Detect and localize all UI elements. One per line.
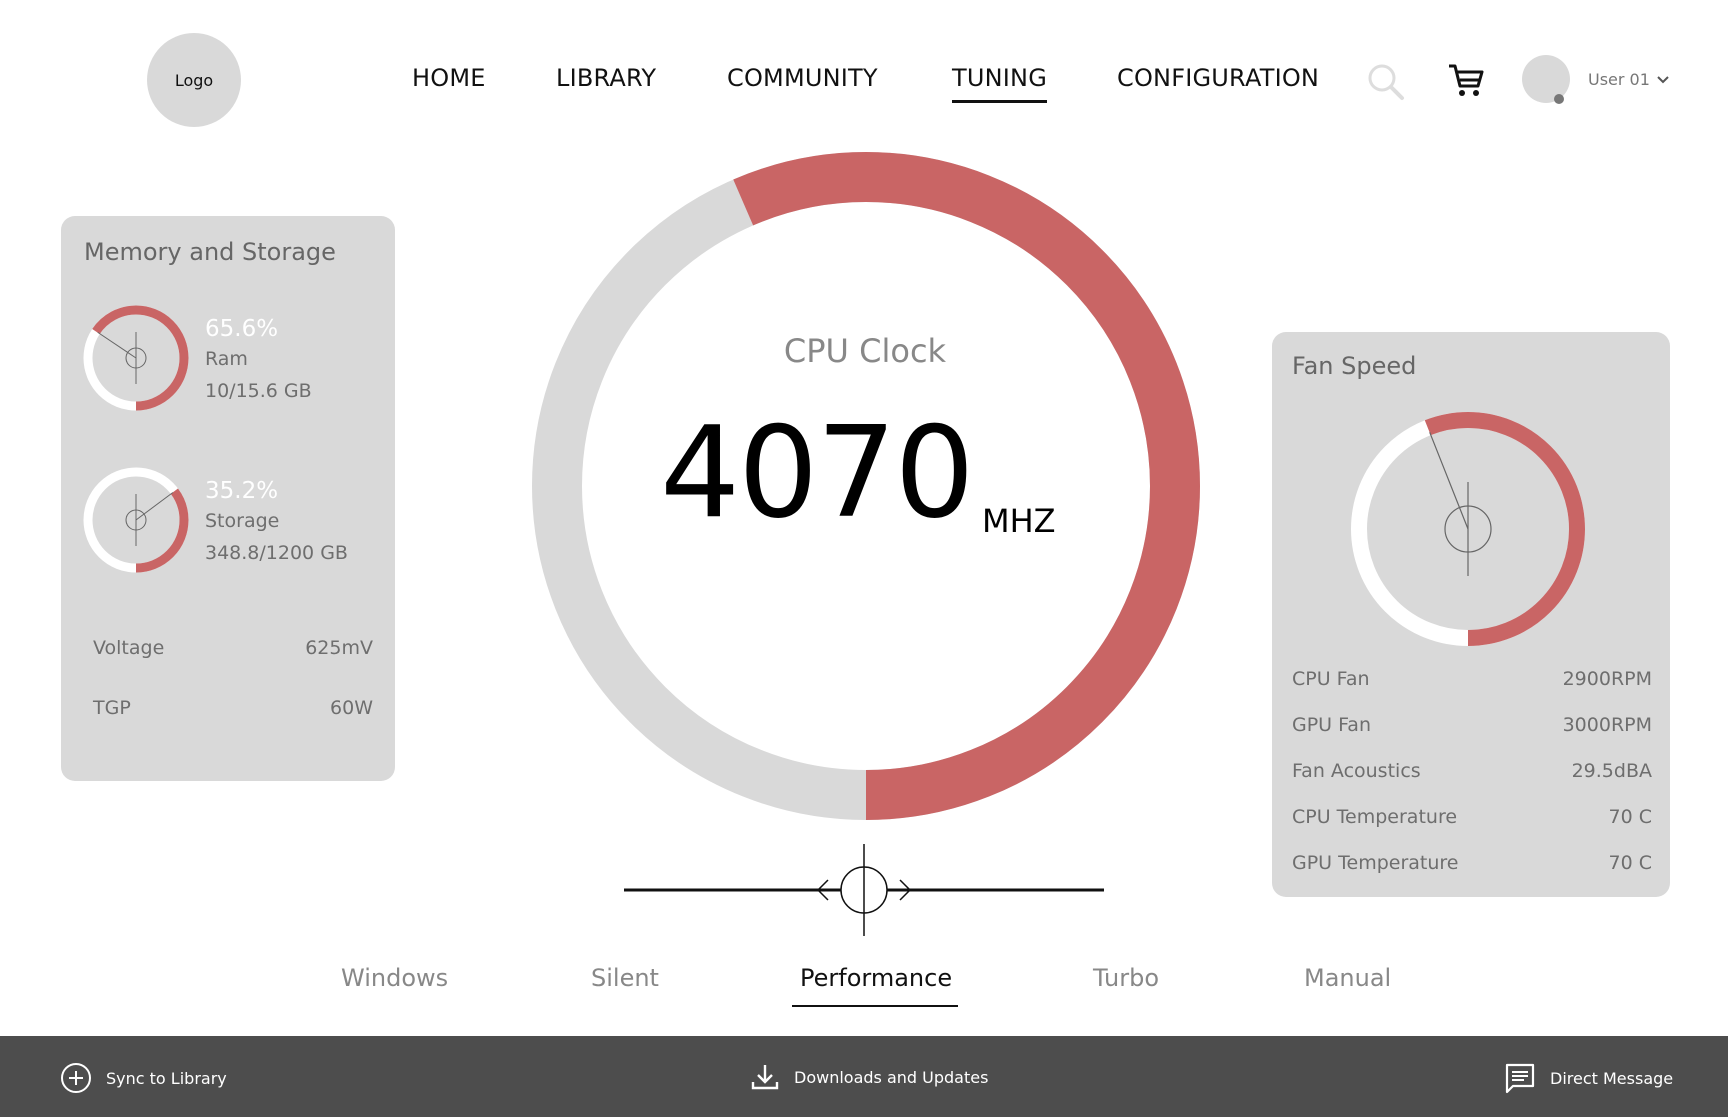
tgp-row: TGP 60W <box>93 697 373 719</box>
fan-speed-gauge <box>1351 412 1585 646</box>
memory-panel-title: Memory and Storage <box>84 238 336 266</box>
sync-to-library-button[interactable]: Sync to Library <box>60 1062 227 1094</box>
clock-slider[interactable] <box>620 842 1106 938</box>
fan-row-fan-acoustics: Fan Acoustics 29.5dBA <box>1292 760 1652 782</box>
plus-circle-icon <box>61 1063 91 1093</box>
nav-item-community[interactable]: COMMUNITY <box>727 64 878 92</box>
mode-tab-windows[interactable]: Windows <box>341 964 448 992</box>
storage-percent: 35.2% <box>205 478 279 504</box>
nav-item-library[interactable]: LIBRARY <box>556 64 656 92</box>
mode-tab-manual[interactable]: Manual <box>1304 964 1391 992</box>
voltage-row: Voltage 625mV <box>93 637 373 659</box>
fan-row-gpu-temperature: GPU Temperature 70 C <box>1292 852 1652 874</box>
storage-gauge <box>83 467 189 573</box>
search-icon[interactable] <box>1366 62 1406 102</box>
downloads-label: Downloads and Updates <box>794 1067 989 1087</box>
fan-row-gpu-fan: GPU Fan 3000RPM <box>1292 714 1652 736</box>
voltage-label: Voltage <box>93 637 165 659</box>
nav-item-tuning[interactable]: TUNING <box>952 64 1048 103</box>
ram-usage: 10/15.6 GB <box>205 380 312 402</box>
storage-label: Storage <box>205 510 280 532</box>
fan-row-label: CPU Fan <box>1292 668 1370 690</box>
fan-row-value: 2900RPM <box>1562 668 1652 690</box>
nav-item-home[interactable]: HOME <box>412 64 486 92</box>
fan-row-label: Fan Acoustics <box>1292 760 1421 782</box>
status-dot <box>1554 94 1564 104</box>
fan-row-value: 70 C <box>1608 852 1652 874</box>
message-icon <box>1505 1063 1535 1094</box>
fan-row-label: GPU Fan <box>1292 714 1371 736</box>
voltage-value: 625mV <box>305 637 373 659</box>
user-menu[interactable]: User 01 <box>1588 70 1670 89</box>
fan-panel-title: Fan Speed <box>1292 352 1417 380</box>
cart-icon[interactable] <box>1446 60 1486 100</box>
memory-storage-panel: Memory and Storage 65.6% Ram 10/15.6 GB … <box>61 216 395 781</box>
direct-message-button[interactable]: Direct Message <box>1504 1062 1673 1094</box>
mode-tab-silent[interactable]: Silent <box>591 964 659 992</box>
fan-row-value: 70 C <box>1608 806 1652 828</box>
storage-usage: 348.8/1200 GB <box>205 542 348 564</box>
sync-label: Sync to Library <box>106 1068 227 1088</box>
tgp-value: 60W <box>330 697 373 719</box>
ram-gauge <box>83 305 189 411</box>
fan-row-value: 3000RPM <box>1562 714 1652 736</box>
nav-item-configuration[interactable]: CONFIGURATION <box>1117 64 1319 92</box>
ram-label: Ram <box>205 348 248 370</box>
downloads-updates-button[interactable]: Downloads and Updates <box>750 1062 988 1092</box>
mode-tab-turbo[interactable]: Turbo <box>1093 964 1159 992</box>
tgp-label: TGP <box>93 697 131 719</box>
fan-row-label: GPU Temperature <box>1292 852 1459 874</box>
chevron-down-icon <box>1657 75 1669 83</box>
ram-needle <box>97 331 137 359</box>
cpu-clock-title: CPU Clock <box>783 332 947 370</box>
ram-percent: 65.6% <box>205 316 279 342</box>
cpu-clock-value: 4070 <box>660 399 975 546</box>
cpu-clock-unit: MHZ <box>982 502 1056 540</box>
fan-row-cpu-temperature: CPU Temperature 70 C <box>1292 806 1652 828</box>
download-icon <box>751 1065 779 1090</box>
message-label: Direct Message <box>1550 1068 1674 1088</box>
storage-needle <box>135 492 174 521</box>
fan-row-label: CPU Temperature <box>1292 806 1458 828</box>
fan-row-cpu-fan: CPU Fan 2900RPM <box>1292 668 1652 690</box>
fan-row-value: 29.5dBA <box>1571 760 1652 782</box>
fan-needle <box>1429 432 1469 530</box>
fan-speed-panel: Fan Speed CPU Fan 2900RPM GPU Fan 3000RP… <box>1272 332 1670 897</box>
user-name: User 01 <box>1588 70 1650 89</box>
mode-tab-performance[interactable]: Performance <box>791 964 959 1007</box>
